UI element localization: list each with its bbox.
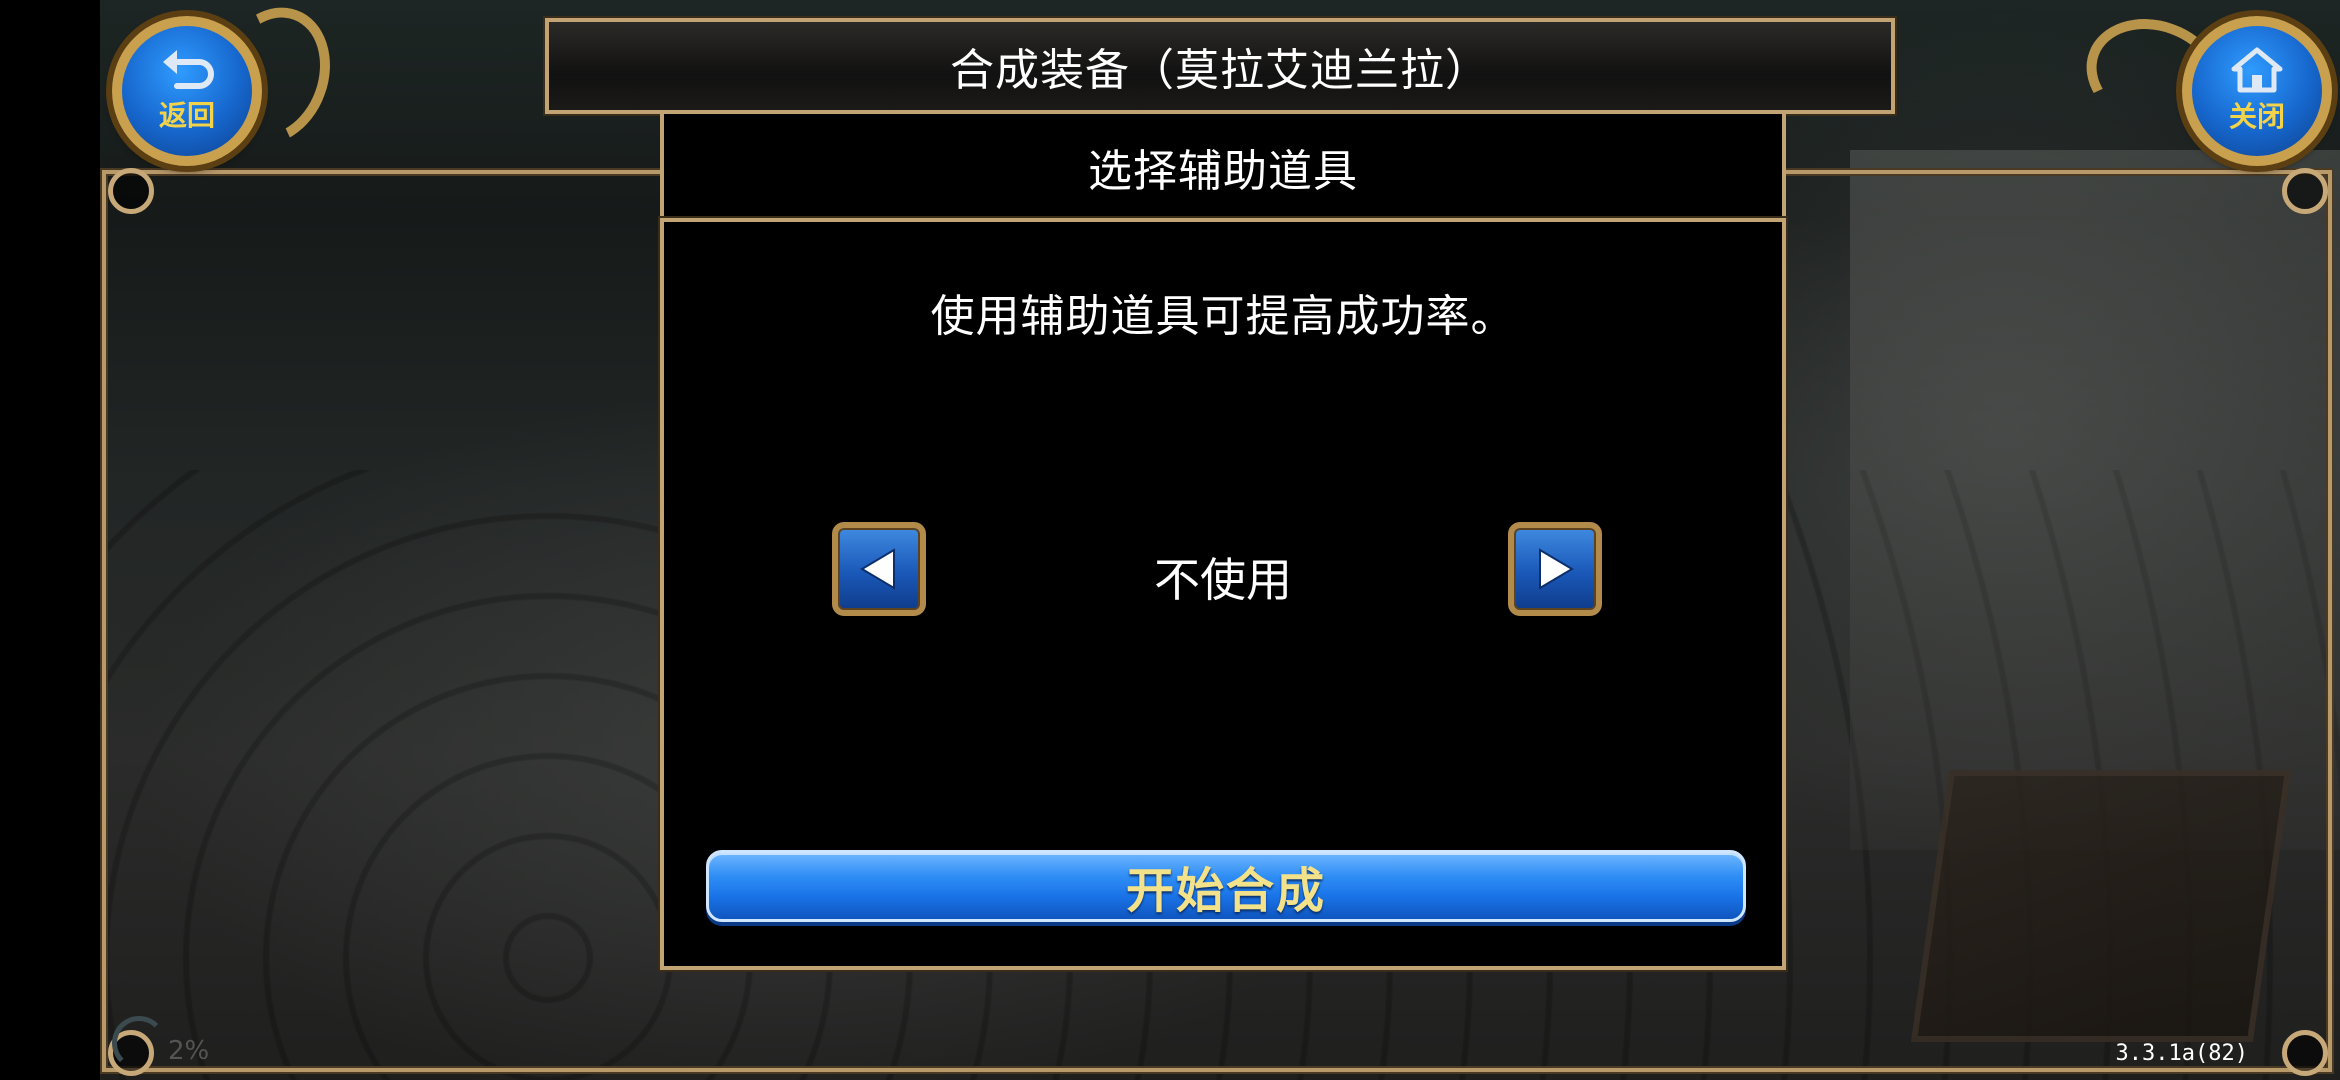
close-button[interactable]: 关闭 xyxy=(2182,16,2332,166)
frame-corner-ornament xyxy=(108,168,154,214)
dialog-title: 选择辅助道具 xyxy=(1088,146,1358,197)
version-label: 3.3.1a(82) xyxy=(2115,1041,2248,1066)
next-item-button[interactable] xyxy=(1508,522,1602,616)
close-label: 关闭 xyxy=(2228,100,2285,133)
title-bar: 合成装备（莫拉艾迪兰拉） xyxy=(543,16,1897,116)
dialog-header: 选择辅助道具 xyxy=(660,110,1786,220)
right-triangle-icon xyxy=(1539,548,1574,590)
page-title: 合成装备（莫拉艾迪兰拉） xyxy=(950,45,1490,96)
frame-corner-ornament xyxy=(2282,1030,2328,1076)
dialog-body: 使用辅助道具可提高成功率。 不使用 开始合成 xyxy=(658,216,1788,972)
dialog-hint: 使用辅助道具可提高成功率。 xyxy=(930,291,1516,342)
frame-corner-ornament xyxy=(2282,168,2328,214)
signal-icon xyxy=(112,1016,166,1070)
home-icon xyxy=(2231,47,2283,93)
start-synthesis-button[interactable]: 开始合成 xyxy=(706,850,1746,922)
back-button[interactable]: 返回 xyxy=(112,16,262,166)
start-synthesis-label: 开始合成 xyxy=(1125,863,1326,919)
signal-text: 2% xyxy=(168,1036,210,1066)
selected-item-label: 不使用 xyxy=(1154,553,1292,607)
back-arrow-icon xyxy=(163,50,214,89)
back-label: 返回 xyxy=(158,99,215,132)
